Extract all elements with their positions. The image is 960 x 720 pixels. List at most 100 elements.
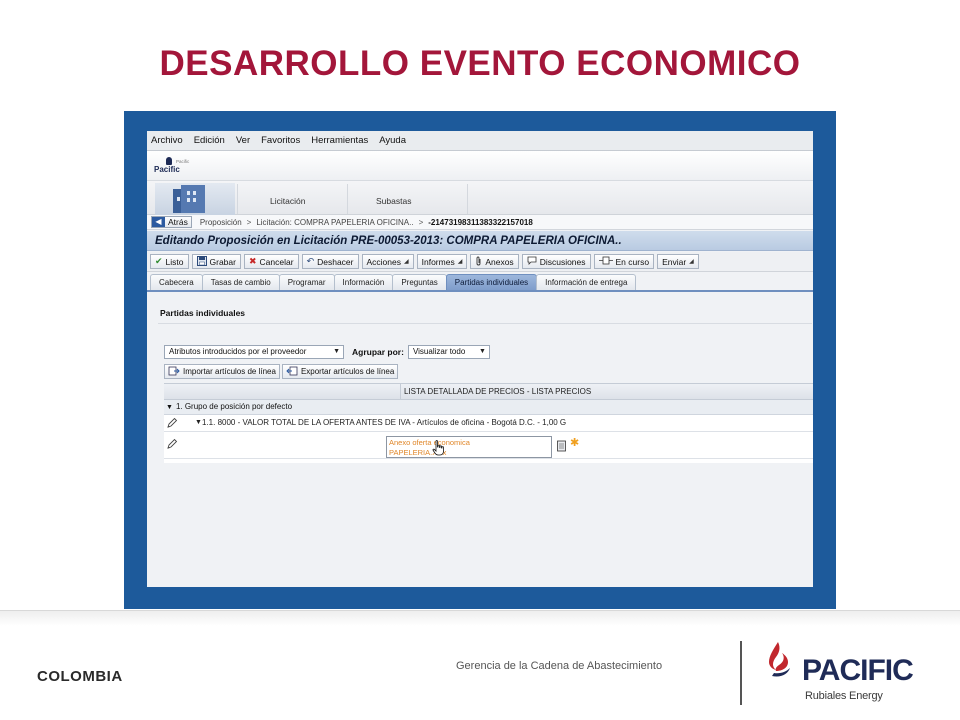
menu-ayuda[interactable]: Ayuda bbox=[379, 135, 406, 146]
pacific-drop-icon bbox=[166, 157, 172, 165]
anexos-button[interactable]: Anexos bbox=[470, 254, 519, 269]
section-divider bbox=[158, 323, 812, 324]
en-curso-button[interactable]: En curso bbox=[593, 254, 655, 269]
document-icon[interactable] bbox=[556, 440, 568, 452]
discussion-icon bbox=[527, 256, 537, 267]
grabar-button[interactable]: Grabar bbox=[191, 254, 241, 269]
collapse-triangle-icon[interactable]: ▼ bbox=[166, 404, 173, 411]
main-tab-strip: Licitación Subastas bbox=[147, 181, 813, 215]
grid-header: LISTA DETALLADA DE PRECIOS - LISTA PRECI… bbox=[164, 384, 813, 400]
attachment-field[interactable]: Anexo oferta economica PAPELERIA.Xlsx bbox=[386, 436, 552, 458]
home-building-icon[interactable] bbox=[155, 183, 235, 215]
sub-tab-strip: Cabecera Tasas de cambio Programar Infor… bbox=[147, 274, 813, 292]
discusiones-button[interactable]: Discusiones bbox=[521, 254, 591, 269]
import-icon bbox=[168, 366, 180, 378]
import-line-items-button[interactable]: Importar artículos de línea bbox=[164, 364, 280, 379]
tab-cabecera[interactable]: Cabecera bbox=[150, 274, 203, 290]
listo-label: Listo bbox=[165, 256, 184, 267]
app-logo-text: Pacific bbox=[154, 165, 180, 174]
page-header: Editando Proposición en Licitación PRE-0… bbox=[147, 231, 813, 251]
logo-subtitle: Rubiales Energy bbox=[805, 690, 883, 702]
app-logo: Pacific Pacific bbox=[154, 157, 198, 177]
grabar-label: Grabar bbox=[209, 256, 236, 267]
listo-button[interactable]: ✔ Listo bbox=[150, 254, 189, 269]
back-button[interactable]: ◀ Atrás bbox=[151, 216, 192, 228]
breadcrumb-proposicion[interactable]: Proposición bbox=[200, 218, 242, 227]
tab-subastas[interactable]: Subastas bbox=[376, 196, 411, 206]
caret-down-icon: ◢ bbox=[404, 259, 409, 265]
tab-programar[interactable]: Programar bbox=[278, 274, 335, 290]
line-items-grid: LISTA DETALLADA DE PRECIOS - LISTA PRECI… bbox=[164, 383, 813, 463]
edit-pencil-icon[interactable] bbox=[166, 438, 178, 450]
acciones-menu-button[interactable]: Acciones ◢ bbox=[361, 254, 414, 269]
save-icon bbox=[196, 255, 207, 268]
undo-icon: ↶ bbox=[306, 256, 315, 266]
footer-department: Gerencia de la Cadena de Abastecimiento bbox=[456, 660, 663, 672]
attributes-select[interactable]: Atributos introducidos por el proveedor … bbox=[164, 345, 344, 359]
tab-partidas-individuales[interactable]: Partidas individuales bbox=[445, 274, 538, 290]
discusiones-label: Discusiones bbox=[539, 256, 586, 267]
export-line-items-button[interactable]: Exportar artículos de línea bbox=[281, 364, 399, 379]
attachment-title-link[interactable]: Anexo oferta economica bbox=[389, 438, 549, 448]
tab-informacion-de-entrega[interactable]: Información de entrega bbox=[536, 274, 637, 290]
tab-informacion[interactable]: Información bbox=[333, 274, 394, 290]
back-arrow-icon: ◀ bbox=[152, 217, 165, 227]
caret-down-icon: ◢ bbox=[457, 259, 463, 265]
menu-ver[interactable]: Ver bbox=[236, 135, 250, 146]
cancelar-button[interactable]: ✖ Cancelar bbox=[243, 254, 299, 269]
paperclip-icon bbox=[475, 256, 482, 268]
deshacer-button[interactable]: ↶ Deshacer bbox=[301, 254, 359, 269]
logo-wordmark: PACIFIC bbox=[802, 654, 914, 687]
deshacer-label: Deshacer bbox=[317, 256, 354, 267]
informes-menu-button[interactable]: Informes ◢ bbox=[416, 254, 468, 269]
filter-bar: Atributos introducidos por el proveedor … bbox=[164, 344, 813, 360]
back-button-label: Atrás bbox=[168, 217, 188, 227]
edit-pencil-icon[interactable] bbox=[166, 417, 178, 429]
menu-edicion[interactable]: Edición bbox=[194, 135, 225, 146]
pacific-drop-logo-icon bbox=[769, 642, 790, 677]
group-by-select[interactable]: Visualizar todo ▼ bbox=[407, 345, 490, 359]
chevron-down-icon: ▼ bbox=[333, 348, 340, 355]
breadcrumb-separator-icon: > bbox=[418, 217, 424, 227]
chevron-down-icon: ▼ bbox=[479, 348, 486, 355]
menu-archivo[interactable]: Archivo bbox=[151, 135, 183, 146]
table-row[interactable]: ▼ 1.1. 8000 - VALOR TOTAL DE LA OFERTA A… bbox=[164, 415, 813, 432]
enviar-menu-button[interactable]: Enviar ◢ bbox=[657, 254, 699, 269]
footer-vertical-divider bbox=[740, 641, 742, 705]
tab-tasas-de-cambio[interactable]: Tasas de cambio bbox=[201, 274, 280, 290]
group-by-select-value: Visualizar todo bbox=[412, 347, 466, 356]
enviar-label: Enviar bbox=[662, 256, 687, 267]
collapse-triangle-icon[interactable]: ▼ bbox=[195, 415, 202, 431]
acciones-label: Acciones bbox=[366, 256, 402, 267]
group-by-label: Agrupar por: bbox=[352, 347, 404, 357]
cancelar-label: Cancelar bbox=[259, 256, 294, 267]
caret-down-icon: ◢ bbox=[689, 259, 694, 265]
anexos-label: Anexos bbox=[485, 256, 514, 267]
tab-licitacion[interactable]: Licitación bbox=[270, 196, 305, 206]
import-line-items-label: Importar artículos de línea bbox=[183, 367, 276, 376]
attachment-file-link[interactable]: PAPELERIA.Xlsx bbox=[389, 448, 549, 458]
menu-bar: Archivo Edición Ver Favoritos Herramient… bbox=[147, 131, 813, 151]
breadcrumb-licitacion[interactable]: Licitación: COMPRA PAPELERIA OFICINA.. bbox=[256, 218, 413, 227]
section-title: Partidas individuales bbox=[160, 308, 246, 318]
slide-title: DESARROLLO EVENTO ECONOMICO bbox=[159, 44, 801, 83]
en-curso-label: En curso bbox=[615, 256, 650, 267]
required-star-icon: ✱ bbox=[570, 437, 580, 449]
breadcrumb-current: -2147319831138332215701​8 bbox=[428, 217, 533, 227]
attributes-select-value: Atributos introducidos por el proveedor bbox=[169, 347, 307, 356]
breadcrumb-separator-icon: > bbox=[246, 217, 252, 227]
breadcrumb: ◀ Atrás Proposición > Licitación: COMPRA… bbox=[147, 215, 813, 230]
line-item-action-bar: Importar artículos de línea Exportar art… bbox=[164, 363, 813, 380]
cancel-icon: ✖ bbox=[248, 256, 257, 266]
menu-favoritos[interactable]: Favoritos bbox=[261, 135, 300, 146]
group-row-label: 1. Grupo de posición por defecto bbox=[175, 402, 293, 411]
group-row[interactable]: ▼ 1. Grupo de posición por defecto bbox=[164, 400, 813, 415]
menu-herramientas[interactable]: Herramientas bbox=[311, 135, 368, 146]
app-logo-bar: Pacific Pacific bbox=[147, 151, 813, 181]
tab-preguntas[interactable]: Preguntas bbox=[392, 274, 447, 290]
app-screen: Archivo Edición Ver Favoritos Herramient… bbox=[147, 131, 813, 587]
check-icon: ✔ bbox=[155, 256, 163, 266]
footer-country: COLOMBIA bbox=[37, 668, 123, 685]
price-list-header: LISTA DETALLADA DE PRECIOS - LISTA PRECI… bbox=[404, 387, 592, 396]
export-line-items-label: Exportar artículos de línea bbox=[300, 367, 395, 376]
